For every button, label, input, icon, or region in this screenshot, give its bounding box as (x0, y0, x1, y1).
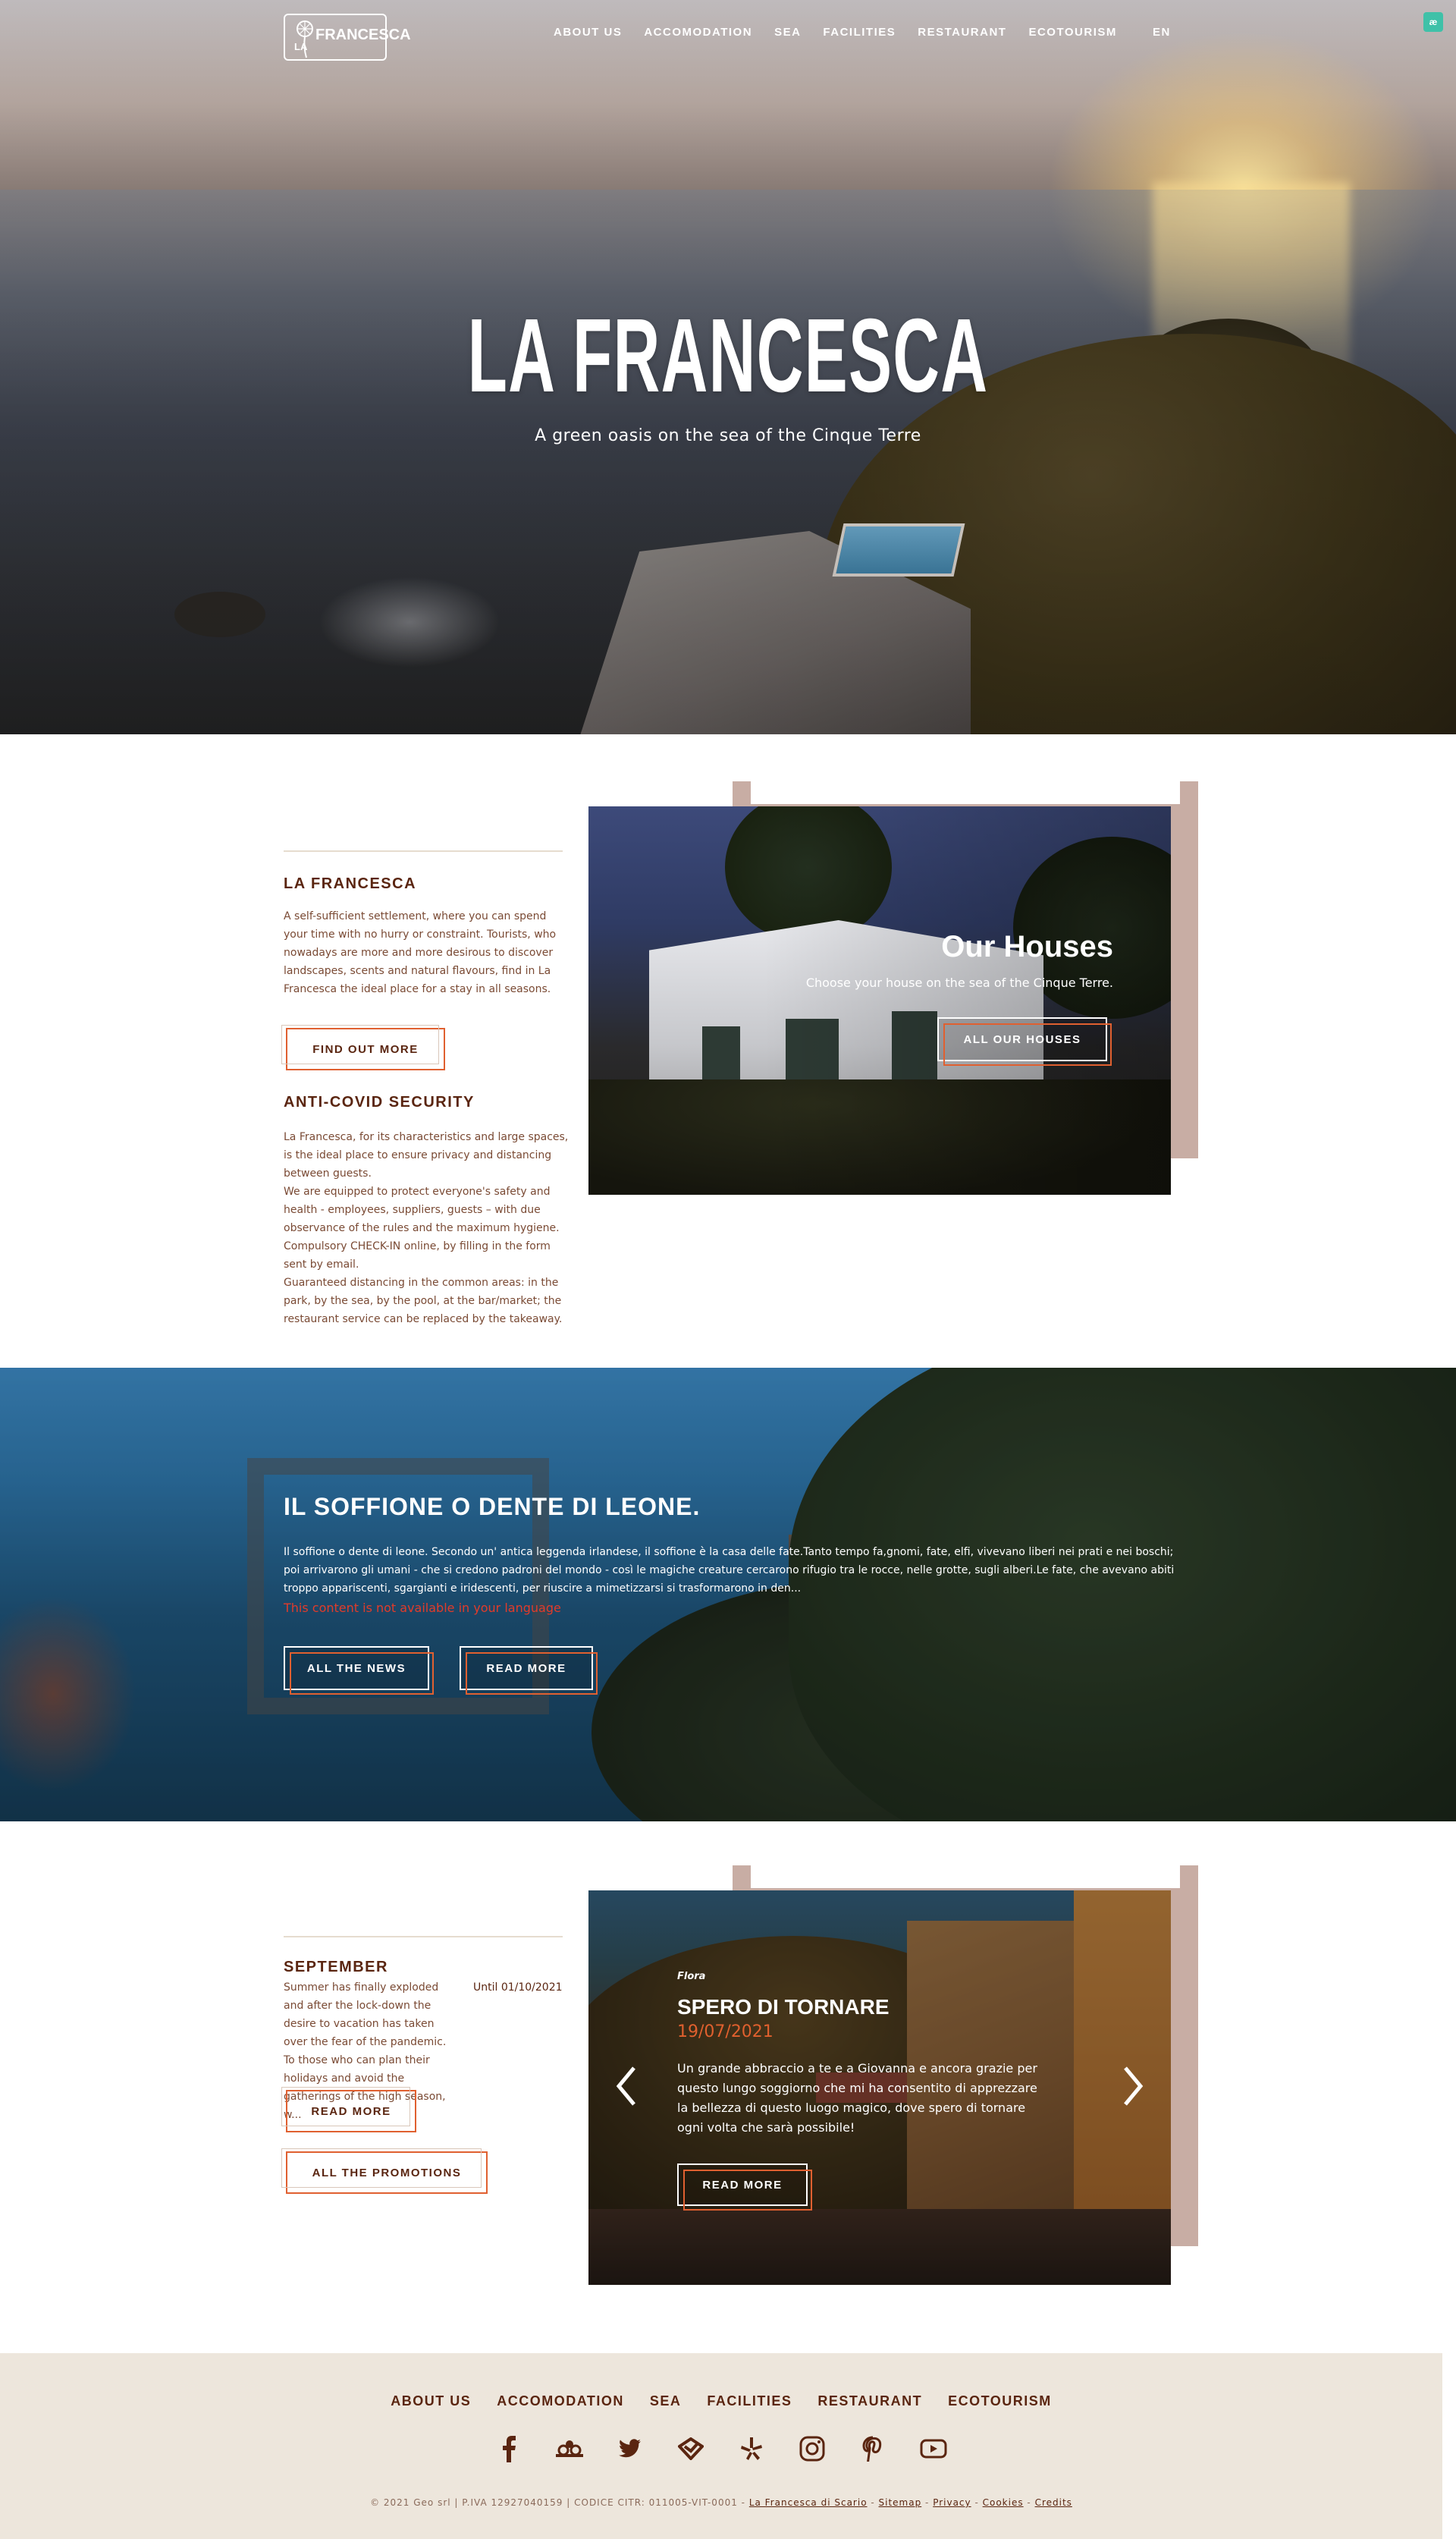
news-language-warning: This content is not available in your la… (284, 1601, 561, 1615)
twitter-icon[interactable] (615, 2434, 645, 2464)
foursquare-icon[interactable] (676, 2434, 706, 2464)
section-divider (284, 1936, 563, 1937)
slider-prev-arrow-icon[interactable] (611, 2063, 642, 2109)
review-text: Un grande abbraccio a te e a Giovanna e … (677, 2061, 1037, 2135)
footer-link-credits[interactable]: Credits (1035, 2497, 1072, 2508)
section-divider (284, 850, 563, 852)
promo-heading: SEPTEMBER (284, 1959, 388, 1975)
facebook-icon[interactable] (494, 2434, 524, 2464)
nav-about-us[interactable]: ABOUT US (554, 26, 622, 39)
houses-frame-inner (751, 781, 1180, 804)
houses-subtitle: Choose your house on the sea of the Cinq… (805, 976, 1113, 990)
houses-overlay (588, 806, 1171, 1195)
nav-sea[interactable]: SEA (774, 26, 801, 39)
footer-link-privacy[interactable]: Privacy (933, 2497, 971, 2508)
footer-nav-ecotourism[interactable]: ECOTOURISM (948, 2393, 1052, 2409)
footer-nav: ABOUT US ACCOMODATION SEA FACILITIES RES… (0, 2393, 1442, 2409)
all-our-houses-button[interactable]: ALL OUR HOUSES (937, 1017, 1112, 1066)
social-links (0, 2434, 1442, 2464)
covid-text: La Francesca, for its characteristics an… (284, 1131, 569, 1325)
nav-accomodation[interactable]: ACCOMODATION (644, 26, 752, 39)
pinterest-icon[interactable] (858, 2434, 888, 2464)
all-the-news-button[interactable]: ALL THE NEWS (284, 1646, 434, 1695)
covid-heading: ANTI-COVID SECURITY (284, 1094, 475, 1111)
main-nav: ABOUT US ACCOMODATION SEA FACILITIES RES… (554, 26, 1139, 39)
language-switcher[interactable]: EN (1153, 26, 1171, 39)
footer-nav-restaurant[interactable]: RESTAURANT (817, 2393, 922, 2409)
news-read-more-button[interactable]: READ MORE (460, 1646, 598, 1695)
find-out-more-button[interactable]: FIND OUT MORE (281, 1025, 445, 1070)
promo-until-date: Until 01/10/2021 (473, 1981, 563, 1994)
houses-card[interactable] (588, 806, 1171, 1195)
slider-next-arrow-icon[interactable] (1118, 2063, 1148, 2109)
legal-text: © 2021 Geo srl | P.IVA 12927040159 | COD… (370, 2497, 745, 2508)
nav-facilities[interactable]: FACILITIES (823, 26, 896, 39)
footer-link-sitemap[interactable]: Sitemap (879, 2497, 922, 2508)
news-text: Il soffione o dente di leone. Secondo un… (284, 1546, 1175, 1595)
all-the-promotions-button[interactable]: ALL THE PROMOTIONS (281, 2148, 488, 2194)
nav-restaurant[interactable]: RESTAURANT (918, 26, 1006, 39)
footer-nav-sea[interactable]: SEA (650, 2393, 682, 2409)
youtube-icon[interactable] (918, 2434, 949, 2464)
review-author: Flora (677, 1971, 706, 1982)
logo-wordmark: FRANCESCA (315, 27, 411, 43)
promo-read-more-button[interactable]: READ MORE (281, 2087, 416, 2132)
about-heading: LA FRANCESCA (284, 875, 417, 892)
review-title: SPERO DI TORNARE (677, 1995, 890, 2019)
logo-prefix: LA (294, 41, 308, 52)
instagram-icon[interactable] (797, 2434, 827, 2464)
review-read-more-button[interactable]: READ MORE (677, 2163, 812, 2211)
footer-link-cookies[interactable]: Cookies (983, 2497, 1024, 2508)
about-text: A self-sufficient settlement, where you … (284, 910, 557, 995)
nav-ecotourism[interactable]: ECOTOURISM (1028, 26, 1116, 39)
hero-subtitle: A green oasis on the sea of the Cinque T… (535, 426, 921, 445)
footer-nav-facilities[interactable]: FACILITIES (707, 2393, 792, 2409)
reviews-frame-inner (751, 1865, 1180, 1888)
yelp-icon[interactable] (736, 2434, 767, 2464)
accessibility-icon[interactable]: æ (1423, 12, 1443, 32)
legal-bar: © 2021 Geo srl | P.IVA 12927040159 | COD… (370, 2497, 1072, 2508)
footer-nav-about-us[interactable]: ABOUT US (391, 2393, 471, 2409)
news-title: IL SOFFIONE O DENTE DI LEONE. (284, 1493, 701, 1520)
footer-link-la-francesca-di-scario[interactable]: La Francesca di Scario (749, 2497, 868, 2508)
footer-nav-accomodation[interactable]: ACCOMODATION (497, 2393, 624, 2409)
review-date: 19/07/2021 (677, 2022, 774, 2041)
houses-title: Our Houses (941, 930, 1113, 963)
tripadvisor-icon[interactable] (554, 2434, 585, 2464)
hero-title: LA FRANCESCA (467, 297, 989, 414)
site-logo[interactable]: LA FRANCESCA (284, 14, 411, 61)
